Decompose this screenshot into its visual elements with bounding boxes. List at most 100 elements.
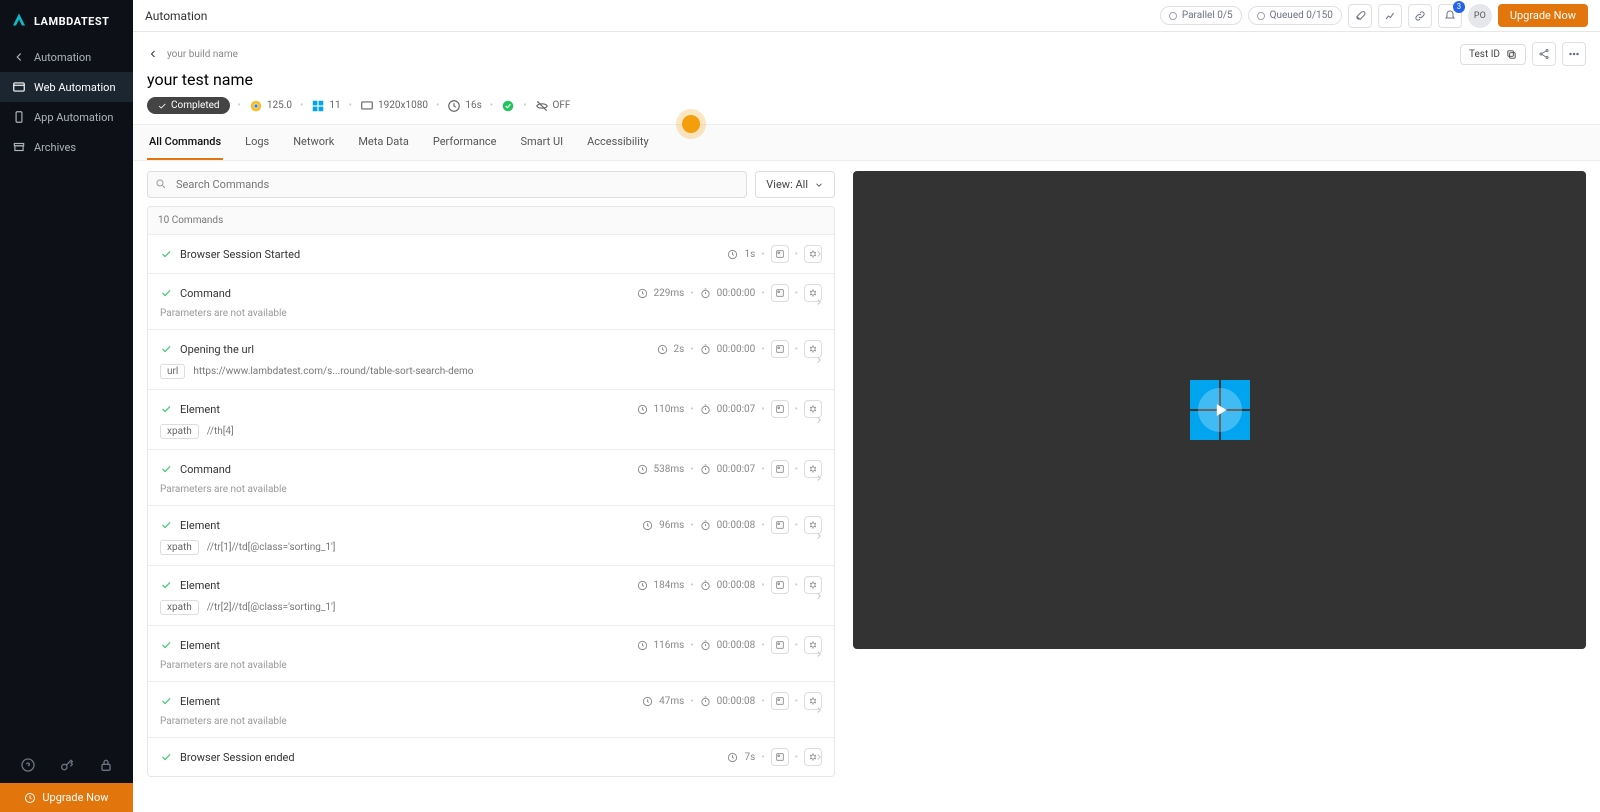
back-icon[interactable] [147,48,159,60]
flag-text: OFF [553,100,571,111]
image-icon [775,640,785,650]
screenshot-button[interactable] [771,284,789,302]
screenshot-button[interactable] [771,576,789,594]
tab-meta-data[interactable]: Meta Data [356,125,411,160]
tab-smart-ui[interactable]: Smart UI [519,125,566,160]
command-duration: 538ms [654,464,685,475]
image-icon [775,580,785,590]
command-row[interactable]: Element116ms•00:00:08••Parameters are no… [148,626,834,682]
share-icon [1538,48,1550,60]
tab-network[interactable]: Network [291,125,336,160]
command-name: Element [180,403,220,416]
more-button[interactable] [1562,42,1586,66]
screenshot-button[interactable] [771,340,789,358]
param-value: //tr[2]//td[@class='sorting_1'] [207,602,336,613]
screenshot-button[interactable] [771,516,789,534]
screenshot-button[interactable] [771,245,789,263]
image-icon [775,249,785,259]
command-duration: 96ms [659,520,684,531]
screenshot-button[interactable] [771,636,789,654]
command-param: xpath//tr[1]//td[@class='sorting_1'] [160,540,822,555]
command-row[interactable]: Browser Session Started1s•• [148,235,834,274]
clock-icon [727,752,738,763]
bug-icon [808,520,818,530]
clock-icon [447,99,461,113]
command-duration: 184ms [654,580,685,591]
clock-icon [642,520,653,531]
command-row[interactable]: Element47ms•00:00:08••Parameters are not… [148,682,834,738]
command-row[interactable]: Element96ms•00:00:08••xpath//tr[1]//td[@… [148,506,834,566]
upgrade-button-sidebar[interactable]: Upgrade Now [0,783,133,812]
clock-icon [637,580,648,591]
tab-performance[interactable]: Performance [431,125,499,160]
search-input[interactable] [147,171,747,198]
chevron-right-icon [814,355,824,365]
test-name: your test name [133,66,1600,97]
screenshot-button[interactable] [771,692,789,710]
check-icon [160,695,172,707]
param-key: xpath [160,600,199,615]
avatar[interactable]: PO [1468,4,1492,28]
command-row[interactable]: Command229ms•00:00:00••Parameters are no… [148,274,834,330]
tab-accessibility[interactable]: Accessibility [585,125,651,160]
help-icon[interactable] [20,757,36,773]
dots-icon [1568,48,1580,60]
share-button[interactable] [1532,42,1556,66]
command-duration: 229ms [654,288,685,299]
timer-icon [700,344,711,355]
timer-icon [700,288,711,299]
brand-logo[interactable]: LAMBDATEST [0,0,133,42]
param-value: //tr[1]//td[@class='sorting_1'] [207,542,336,553]
screenshot-button[interactable] [771,400,789,418]
sidebar-item-app-automation[interactable]: App Automation [0,102,133,132]
link-icon-button[interactable] [1408,4,1432,28]
command-name: Opening the url [180,343,254,356]
tab-logs[interactable]: Logs [243,125,271,160]
queued-pill[interactable]: Queued 0/150 [1248,6,1342,25]
rocket-icon-button[interactable] [1348,4,1372,28]
clock-icon [24,792,36,804]
command-row[interactable]: Element184ms•00:00:08••xpath//tr[2]//td[… [148,566,834,626]
notification-icon-button[interactable]: 3 [1438,4,1462,28]
sidebar-item-archives[interactable]: Archives [0,132,133,162]
sidebar-item-label: App Automation [34,111,113,124]
command-row[interactable]: Element110ms•00:00:07••xpath//th[4] [148,390,834,450]
play-button[interactable] [1198,388,1242,432]
command-name: Element [180,695,220,708]
video-player[interactable] [853,171,1586,649]
command-name: Element [180,519,220,532]
check-icon [160,287,172,299]
command-row[interactable]: Command538ms•00:00:07••Parameters are no… [148,450,834,506]
chevron-right-icon [814,705,824,715]
lock-icon[interactable] [98,757,114,773]
chevron-right-icon [814,531,824,541]
mobile-icon [12,110,26,124]
breadcrumb[interactable]: your build name [167,49,238,60]
check-icon [160,463,172,475]
clock-icon [642,696,653,707]
screenshot-button[interactable] [771,748,789,766]
check-icon [157,101,167,111]
chevron-right-icon [814,249,824,259]
graph-icon-button[interactable] [1378,4,1402,28]
testid-label: Test ID [1469,49,1500,60]
command-subtitle: Parameters are not available [160,716,822,727]
check-icon [160,343,172,355]
topbar: Automation Parallel 0/5 Queued 0/150 3 P… [133,0,1600,32]
command-row[interactable]: Browser Session ended7s•• [148,738,834,776]
sidebar-item-web-automation[interactable]: Web Automation [0,72,133,102]
tab-all-commands[interactable]: All Commands [147,125,223,160]
command-timestamp: 00:00:08 [717,696,756,707]
command-row[interactable]: Opening the url2s•00:00:00••urlhttps://w… [148,330,834,390]
upgrade-button-top[interactable]: Upgrade Now [1498,4,1588,27]
parallel-pill[interactable]: Parallel 0/5 [1160,6,1242,25]
timer-icon [700,520,711,531]
check-icon [160,751,172,763]
sidebar-item-automation[interactable]: Automation [0,42,133,72]
test-id-button[interactable]: Test ID [1460,44,1526,65]
screenshot-button[interactable] [771,460,789,478]
view-dropdown[interactable]: View: All [755,171,835,198]
parallel-text: Parallel 0/5 [1182,10,1233,21]
key-icon[interactable] [59,757,75,773]
chrome-icon [249,99,263,113]
